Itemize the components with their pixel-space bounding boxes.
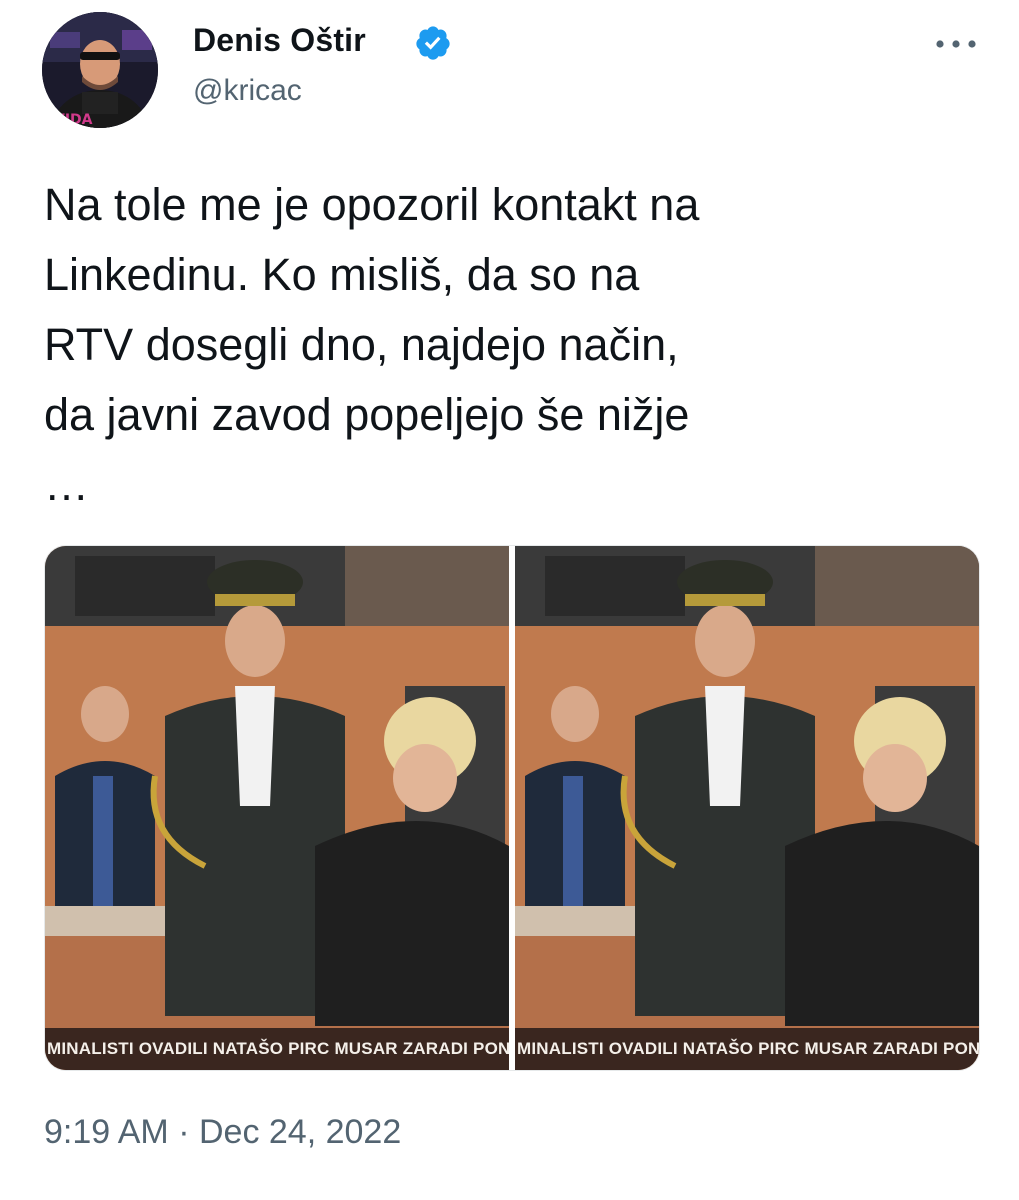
tweet-date[interactable]: Dec 24, 2022 <box>199 1113 401 1151</box>
profile-photo-icon: VIDA <box>42 12 158 128</box>
tweet-time[interactable]: 9:19 AM <box>44 1113 169 1151</box>
more-options-icon[interactable] <box>930 26 982 62</box>
news-ticker: MINALISTI OVADILI NATAŠO PIRC MUSAR ZARA… <box>45 1028 509 1070</box>
author-name[interactable]: Denis Oštir <box>193 22 366 59</box>
tweet-timestamp: 9:19 AM · Dec 24, 2022 <box>44 1113 401 1152</box>
author-handle[interactable]: @kricac <box>193 74 302 108</box>
media-image-1[interactable]: MINALISTI OVADILI NATAŠO PIRC MUSAR ZARA… <box>45 546 509 1070</box>
parliament-photo-1 <box>45 546 509 1070</box>
verified-badge-icon <box>416 26 450 60</box>
svg-text:VIDA: VIDA <box>54 112 93 128</box>
media-grid: MINALISTI OVADILI NATAŠO PIRC MUSAR ZARA… <box>44 545 980 1071</box>
avatar[interactable]: VIDA <box>42 12 158 128</box>
timestamp-separator: · <box>178 1113 190 1151</box>
tweet-text: Na tole me je opozoril kontakt na Linked… <box>44 179 700 510</box>
news-ticker: MINALISTI OVADILI NATAŠO PIRC MUSAR ZARA… <box>515 1028 979 1070</box>
parliament-photo-2 <box>515 546 979 1070</box>
media-image-2[interactable]: MINALISTI OVADILI NATAŠO PIRC MUSAR ZARA… <box>515 546 979 1070</box>
